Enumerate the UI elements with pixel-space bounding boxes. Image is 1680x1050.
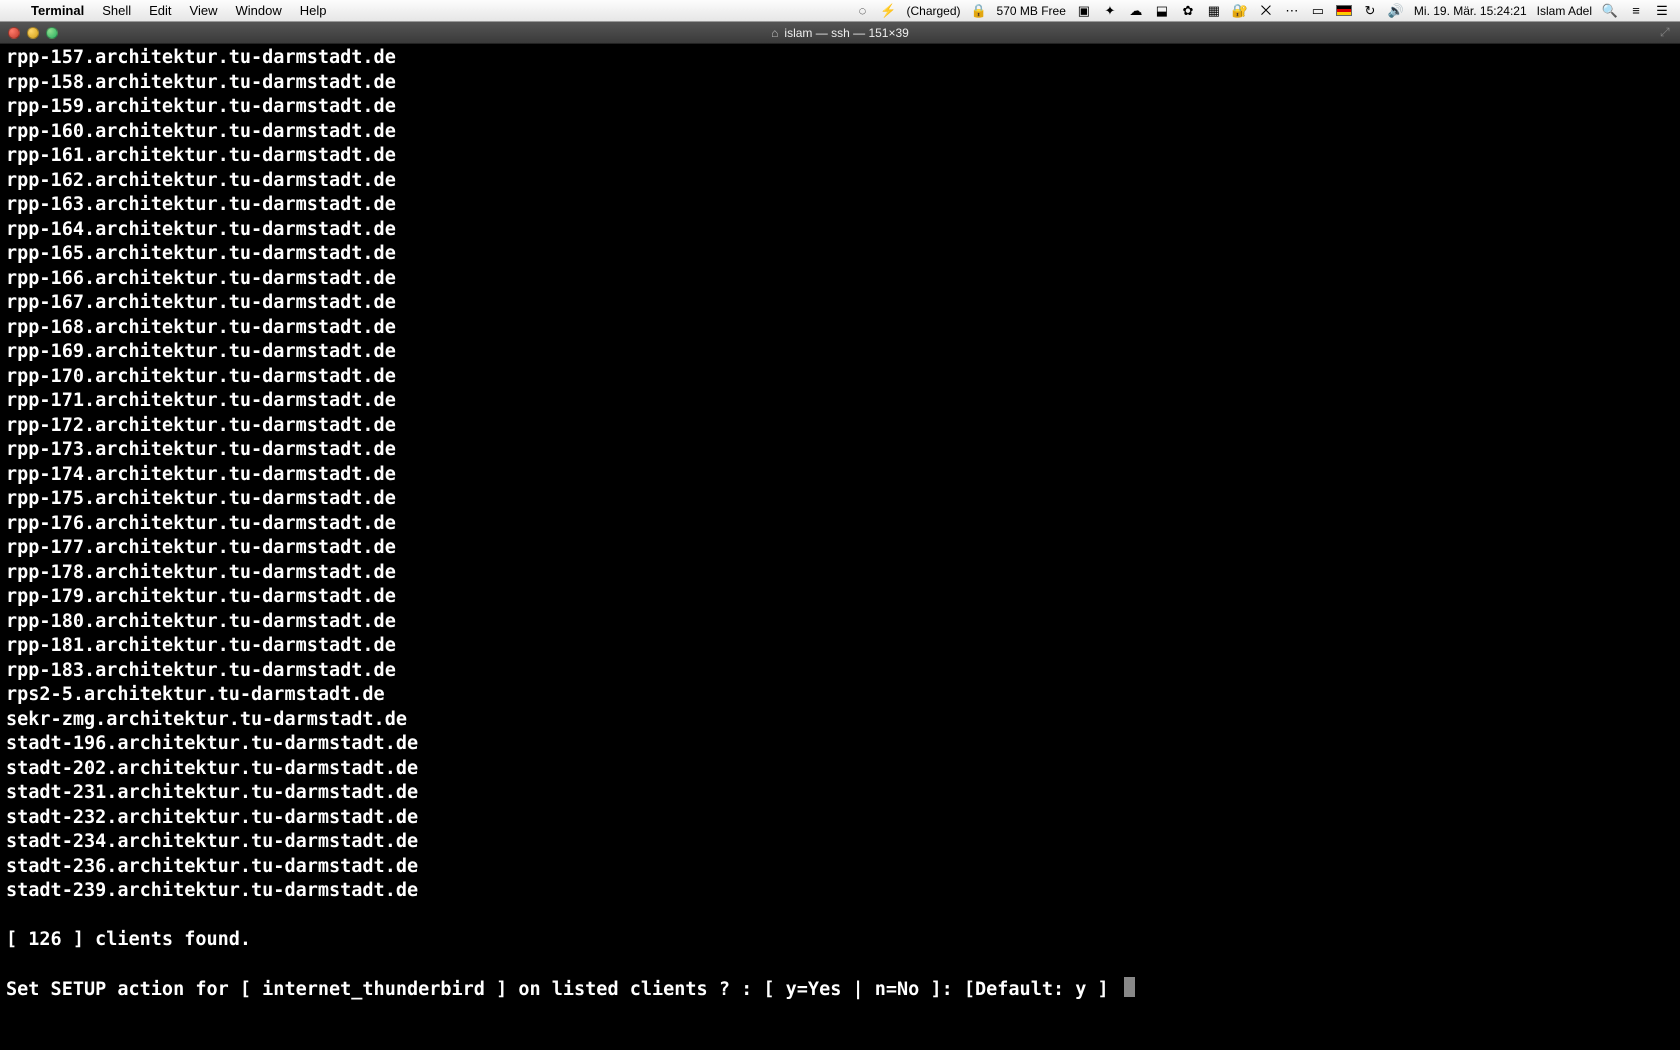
cursor-icon xyxy=(1124,977,1135,997)
menu-help[interactable]: Help xyxy=(291,3,336,18)
terminal-window: ⌂islam — ssh — 151×39 ⤢ Text Window Shel… xyxy=(0,22,1680,1050)
terminal-output-line: rpp-168.architektur.tu-darmstadt.de xyxy=(6,316,1674,341)
terminal-output-line: rpp-160.architektur.tu-darmstadt.de xyxy=(6,120,1674,145)
menu-extra-icon[interactable]: ☰ xyxy=(1654,3,1670,19)
terminal-output-line: rpp-176.architektur.tu-darmstadt.de xyxy=(6,512,1674,537)
terminal-output-line: rpp-174.architektur.tu-darmstadt.de xyxy=(6,463,1674,488)
battery-icon[interactable]: ▭ xyxy=(1310,3,1326,19)
user-menu[interactable]: Islam Adel xyxy=(1537,4,1592,18)
terminal-blank-line xyxy=(6,904,1674,929)
close-button[interactable] xyxy=(8,27,20,39)
terminal-output-line: rpp-161.architektur.tu-darmstadt.de xyxy=(6,144,1674,169)
macos-menubar: Terminal Shell Edit View Window Help ◌ ⚡… xyxy=(0,0,1680,22)
window-title-text: islam — ssh — 151×39 xyxy=(784,26,908,40)
fullscreen-icon[interactable]: ⤢ xyxy=(1660,25,1674,39)
terminal-output-line: sekr-zmg.architektur.tu-darmstadt.de xyxy=(6,708,1674,733)
terminal-output-line: stadt-239.architektur.tu-darmstadt.de xyxy=(6,879,1674,904)
timemachine-icon[interactable]: ↻ xyxy=(1362,3,1378,19)
terminal-blank-line xyxy=(6,953,1674,978)
window-title: ⌂ islam — ssh — 151×39 xyxy=(771,26,909,40)
terminal-output-line: rpp-177.architektur.tu-darmstadt.de xyxy=(6,536,1674,561)
menu-edit[interactable]: Edit xyxy=(140,3,180,18)
terminal-output-line: rpp-159.architektur.tu-darmstadt.de xyxy=(6,95,1674,120)
terminal-output-line: rpp-164.architektur.tu-darmstadt.de xyxy=(6,218,1674,243)
notification-center-icon[interactable]: ≡ xyxy=(1628,3,1644,19)
power-icon[interactable]: ⚡ xyxy=(881,3,897,19)
volume-icon[interactable]: 🔊 xyxy=(1388,3,1404,19)
terminal-output-line: stadt-231.architektur.tu-darmstadt.de xyxy=(6,781,1674,806)
wifi-icon[interactable]: ⨉ xyxy=(1258,3,1274,19)
key-icon[interactable]: ✦ xyxy=(1102,3,1118,19)
minimize-button[interactable] xyxy=(27,27,39,39)
dots-icon[interactable]: ⋯ xyxy=(1284,3,1300,19)
window-titlebar[interactable]: ⌂ islam — ssh — 151×39 ⤢ xyxy=(0,22,1680,44)
terminal-output-line: rpp-180.architektur.tu-darmstadt.de xyxy=(6,610,1674,635)
terminal-output-line: stadt-234.architektur.tu-darmstadt.de xyxy=(6,830,1674,855)
terminal-output-line: rpp-170.architektur.tu-darmstadt.de xyxy=(6,365,1674,390)
terminal-output-line: stadt-232.architektur.tu-darmstadt.de xyxy=(6,806,1674,831)
menu-window[interactable]: Window xyxy=(227,3,291,18)
terminal-output-line: rpp-162.architektur.tu-darmstadt.de xyxy=(6,169,1674,194)
terminal-output-line: rpp-172.architektur.tu-darmstadt.de xyxy=(6,414,1674,439)
dropbox-icon[interactable]: ⬓ xyxy=(1154,3,1170,19)
terminal-output-line: stadt-196.architektur.tu-darmstadt.de xyxy=(6,732,1674,757)
clock[interactable]: Mi. 19. Mär. 15:24:21 xyxy=(1414,4,1527,18)
terminal-output-line: rpp-165.architektur.tu-darmstadt.de xyxy=(6,242,1674,267)
terminal-output-line: rpp-169.architektur.tu-darmstadt.de xyxy=(6,340,1674,365)
menu-shell[interactable]: Shell xyxy=(93,3,140,18)
terminal-output-line: rpp-173.architektur.tu-darmstadt.de xyxy=(6,438,1674,463)
terminal-output-line: rpp-183.architektur.tu-darmstadt.de xyxy=(6,659,1674,684)
evernote-icon[interactable]: ✿ xyxy=(1180,3,1196,19)
app-menu[interactable]: Terminal xyxy=(22,3,93,18)
terminal-output-line: rpp-181.architektur.tu-darmstadt.de xyxy=(6,634,1674,659)
terminal-output-line: rpp-171.architektur.tu-darmstadt.de xyxy=(6,389,1674,414)
terminal-output-line: stadt-202.architektur.tu-darmstadt.de xyxy=(6,757,1674,782)
camera-icon[interactable]: ▣ xyxy=(1076,3,1092,19)
terminal-output-line: rpp-157.architektur.tu-darmstadt.de xyxy=(6,46,1674,71)
menubar-right: ◌ ⚡ (Charged) 🔒 570 MB Free ▣ ✦ ☁ ⬓ ✿ ▦ … xyxy=(855,3,1680,19)
sync-icon[interactable]: ◌ xyxy=(855,3,871,19)
terminal-output-line: rpp-167.architektur.tu-darmstadt.de xyxy=(6,291,1674,316)
menubar-left: Terminal Shell Edit View Window Help xyxy=(0,3,336,18)
terminal-count-line: [ 126 ] clients found. xyxy=(6,928,1674,953)
terminal-output-line: rpp-166.architektur.tu-darmstadt.de xyxy=(6,267,1674,292)
vpn-icon[interactable]: ▦ xyxy=(1206,3,1222,19)
terminal-output-line: rpp-179.architektur.tu-darmstadt.de xyxy=(6,585,1674,610)
lock2-icon[interactable]: 🔐 xyxy=(1232,3,1248,19)
home-icon: ⌂ xyxy=(771,26,778,40)
lock-icon[interactable]: 🔒 xyxy=(971,3,987,19)
terminal-output-line: rpp-158.architektur.tu-darmstadt.de xyxy=(6,71,1674,96)
terminal-viewport[interactable]: rpp-157.architektur.tu-darmstadt.derpp-1… xyxy=(0,44,1680,1050)
input-source-flag-icon[interactable] xyxy=(1336,5,1352,16)
menu-view[interactable]: View xyxy=(181,3,227,18)
window-controls xyxy=(0,27,58,39)
battery-status[interactable]: (Charged) xyxy=(907,4,961,18)
terminal-output-line: rps2-5.architektur.tu-darmstadt.de xyxy=(6,683,1674,708)
memory-free[interactable]: 570 MB Free xyxy=(997,4,1066,18)
zoom-button[interactable] xyxy=(46,27,58,39)
terminal-output-line: rpp-163.architektur.tu-darmstadt.de xyxy=(6,193,1674,218)
cloud-icon[interactable]: ☁ xyxy=(1128,3,1144,19)
terminal-output-line: rpp-178.architektur.tu-darmstadt.de xyxy=(6,561,1674,586)
terminal-output-line: rpp-175.architektur.tu-darmstadt.de xyxy=(6,487,1674,512)
spotlight-icon[interactable]: 🔍 xyxy=(1602,3,1618,19)
terminal-output-line: stadt-236.architektur.tu-darmstadt.de xyxy=(6,855,1674,880)
terminal-prompt-line[interactable]: Set SETUP action for [ internet_thunderb… xyxy=(6,977,1674,1002)
